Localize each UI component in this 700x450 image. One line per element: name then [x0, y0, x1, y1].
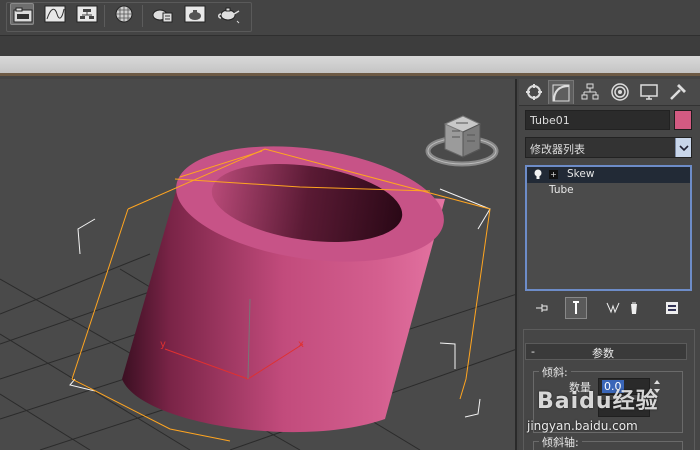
render-setup-icon [152, 9, 173, 23]
rendered-frame-window-icon [184, 5, 206, 23]
toolbar-separator [104, 5, 105, 27]
collapse-icon: - [531, 345, 535, 358]
toolbar-separator [142, 5, 143, 27]
main-toolbar [0, 0, 700, 36]
render-production-button[interactable] [217, 3, 241, 25]
tube-object[interactable] [122, 131, 451, 433]
command-panel-tabs [519, 79, 700, 106]
modifier-list-dropdown[interactable]: 修改器列表 [525, 137, 692, 158]
curve-editor-icon [44, 5, 66, 23]
show-end-result-button[interactable] [565, 297, 587, 319]
teapot-render-icon [218, 7, 240, 24]
secondary-toolbar [0, 36, 700, 56]
curve-editor-button[interactable] [43, 3, 67, 25]
lightbulb-icon[interactable] [534, 169, 542, 179]
configure-modifier-sets-button[interactable] [661, 297, 683, 319]
rendered-frame-window-button[interactable] [183, 3, 207, 25]
create-icon [526, 84, 542, 100]
render-setup-button[interactable] [150, 3, 174, 25]
stack-item-label: Skew [567, 168, 595, 180]
stack-item-skew[interactable]: + Skew [527, 167, 690, 183]
viewport-scene[interactable]: y x [0, 79, 517, 450]
scene-explorer-button[interactable] [10, 3, 34, 25]
object-name-field[interactable] [525, 110, 670, 130]
remove-modifier-button[interactable] [623, 297, 645, 319]
stack-item-tube[interactable]: Tube [527, 183, 690, 199]
modifier-list-label: 修改器列表 [530, 143, 585, 156]
display-icon [640, 84, 658, 100]
ribbon-bar [0, 56, 700, 76]
tab-hierarchy[interactable] [577, 80, 603, 104]
object-color-swatch[interactable] [674, 110, 692, 130]
rollout-title: 参数 [592, 347, 614, 360]
watermark-logo: Baidu经验 [537, 389, 659, 414]
tab-modify[interactable] [548, 80, 574, 104]
watermark: Baidu经验 jingyan.baidu.com [525, 375, 695, 447]
axis-label-y: y [160, 339, 166, 350]
material-editor-button[interactable] [112, 3, 136, 25]
expand-toggle-icon[interactable]: + [549, 170, 558, 179]
configure-modifier-sets-icon [666, 302, 678, 314]
stack-item-label: Tube [549, 184, 574, 196]
axis-label-x: x [298, 339, 304, 350]
tab-display[interactable] [636, 80, 662, 104]
show-end-result-icon [573, 301, 579, 314]
perspective-viewport[interactable]: y x [0, 79, 517, 450]
parameters-rollout-header[interactable]: - 参数 [525, 343, 687, 360]
tab-motion[interactable] [607, 80, 633, 104]
make-unique-button[interactable] [602, 297, 624, 319]
tab-create[interactable] [521, 80, 547, 104]
tab-utilities[interactable] [665, 80, 691, 104]
modifier-stack: + Skew Tube [525, 165, 692, 291]
make-unique-icon [606, 302, 620, 314]
schematic-view-button[interactable] [75, 3, 99, 25]
pin-stack-button[interactable] [531, 297, 553, 319]
material-editor-icon [115, 5, 133, 23]
watermark-url: jingyan.baidu.com [527, 419, 638, 433]
chevron-down-icon[interactable] [675, 138, 691, 157]
viewcube[interactable] [425, 115, 499, 167]
schematic-view-icon [76, 5, 98, 23]
modify-icon [552, 84, 570, 101]
utilities-icon [670, 84, 686, 100]
pin-stack-icon [536, 304, 548, 312]
stack-toolbar [519, 297, 700, 321]
scene-explorer-icon [13, 7, 33, 23]
motion-icon [611, 83, 629, 101]
hierarchy-icon [581, 83, 599, 100]
remove-modifier-icon [631, 302, 637, 314]
